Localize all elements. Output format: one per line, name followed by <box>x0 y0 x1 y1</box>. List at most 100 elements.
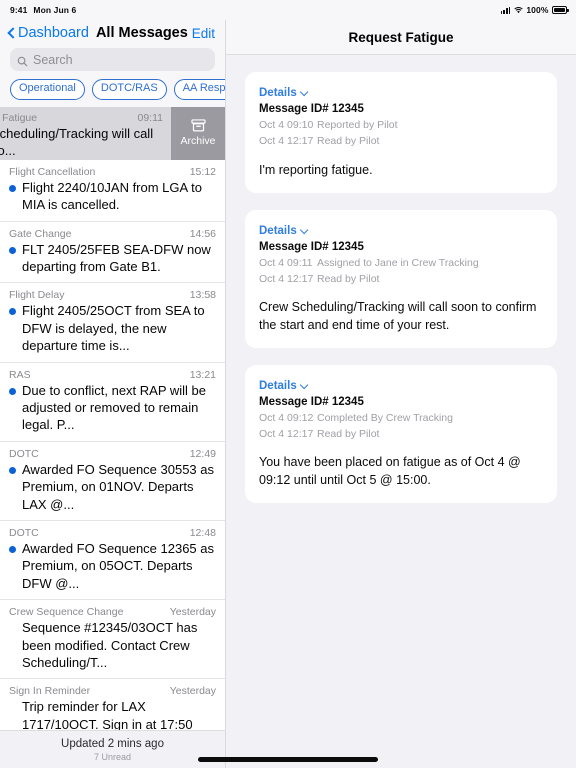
message-time: 09:11 <box>137 111 164 124</box>
message-preview: FLT 2405/25FEB SEA-DFW now departing fro… <box>22 241 211 274</box>
search-container <box>0 41 225 75</box>
search-field[interactable] <box>10 48 215 71</box>
status-text: Read by Pilot <box>317 427 380 440</box>
message-row[interactable]: Crew Sequence Change Yesterday Sequence #1… <box>0 600 225 680</box>
message-detail-card: Details Message ID# 12345 Oct 4 09:11 Assig… <box>245 209 557 348</box>
detail-header: Request Fatigue <box>226 20 576 55</box>
unread-dot <box>9 184 16 192</box>
chevron-down-icon <box>301 89 309 97</box>
message-status-line: Oct 4 09:10 Reported by Pilot <box>259 118 543 134</box>
sidebar-nav-bar: Dashboard All Messages Edit <box>0 20 225 41</box>
message-status-line: Oct 4 12:17 Read by Pilot <box>259 134 543 150</box>
status-timestamp: Oct 4 09:10 <box>259 119 314 131</box>
message-row[interactable]: DOTC 12:49 Awarded FO Sequence 30553 as Pr… <box>0 441 225 522</box>
detail-title: Request Fatigue <box>348 29 454 45</box>
message-row[interactable]: RAS 13:21 Due to conflict, next RAP will b… <box>0 362 225 442</box>
battery-icon <box>552 6 569 14</box>
unread-dot <box>9 466 16 474</box>
cellular-signal-icon <box>500 6 511 14</box>
message-list[interactable]: st Fatigue 09:11 Scheduling/Tracking wil… <box>0 106 225 730</box>
message-category: st Fatigue <box>0 111 38 124</box>
message-row[interactable]: Sign In Reminder Yesterday Trip reminder f… <box>0 679 225 730</box>
details-toggle-button[interactable]: Details <box>259 87 309 99</box>
unread-dot <box>9 387 16 395</box>
message-preview: Trip reminder for LAX 1717/10OCT. Sign i… <box>22 699 193 730</box>
message-body-text: Crew Scheduling/Tracking will call soon … <box>259 300 537 332</box>
message-category: Gate Change <box>9 227 72 240</box>
updated-timestamp: Updated 2 mins ago <box>61 738 164 750</box>
unread-dot <box>9 246 16 254</box>
status-text: Read by Pilot <box>317 272 380 285</box>
message-body-text: I'm reporting fatigue. <box>259 162 373 177</box>
message-detail-pane: Request Fatigue Details Message ID# 12345… <box>226 20 576 768</box>
list-footer: Updated 2 mins ago 7 Unread <box>0 730 225 768</box>
archive-button-label: Archive <box>180 135 216 148</box>
chevron-left-icon <box>8 27 15 39</box>
message-category: RAS <box>9 368 31 381</box>
message-row[interactable]: DOTC 12:48 Awarded FO Sequence 12365 as Pr… <box>0 521 225 601</box>
message-id: Message ID# 12345 <box>259 240 364 253</box>
archive-button[interactable]: Archive <box>171 106 225 160</box>
message-time: Yesterday <box>169 685 216 698</box>
message-preview: Awarded FO Sequence 12365 as Premium, on… <box>22 541 215 591</box>
status-timestamp: Oct 4 09:12 <box>259 411 314 424</box>
message-category: DOTC <box>9 527 39 540</box>
status-bar-date: Mon Jun 6 <box>33 5 77 15</box>
message-id: Message ID# 12345 <box>259 103 364 115</box>
message-category: Crew Sequence Change <box>9 606 124 619</box>
message-time: 15:12 <box>189 165 216 178</box>
filter-chip-row: Operational DOTC/RAS AA Responses <box>0 75 225 107</box>
status-timestamp: Oct 4 12:17 <box>259 427 314 440</box>
details-toggle-button[interactable]: Details <box>259 380 309 392</box>
message-detail-card: Details Message ID# 12345 Oct 4 09:10 Repor… <box>245 72 557 193</box>
status-bar: 9:41 Mon Jun 6 100% <box>0 0 576 20</box>
filter-chip-operational[interactable]: Operational <box>10 79 85 100</box>
filter-chip-dotc-ras[interactable]: DOTC/RAS <box>91 79 167 100</box>
details-toggle-label: Details <box>259 87 297 99</box>
wifi-icon <box>514 6 523 14</box>
message-status-line: Oct 4 12:17 Read by Pilot <box>259 427 543 443</box>
message-category: Flight Delay <box>9 289 65 302</box>
status-timestamp: Oct 4 12:17 <box>259 272 314 285</box>
message-preview: Flight 2405/25OCT from SEA to DFW is del… <box>22 303 205 354</box>
message-category: DOTC <box>9 447 39 460</box>
status-text: Read by Pilot <box>317 134 380 147</box>
message-preview: Awarded FO Sequence 30553 as Premium, on… <box>22 461 215 512</box>
message-preview: Sequence #12345/03OCT has been modified.… <box>22 620 198 671</box>
message-time: Yesterday <box>169 606 216 619</box>
message-time: 13:58 <box>189 289 216 302</box>
status-text: Completed By Crew Tracking <box>317 411 453 424</box>
message-detail-card: Details Message ID# 12345 Oct 4 09:12 Compl… <box>245 364 557 503</box>
message-time: 13:21 <box>189 368 216 381</box>
search-input[interactable] <box>33 48 208 71</box>
chevron-down-icon <box>301 227 309 235</box>
message-row[interactable]: Flight Delay 13:58 Flight 2405/25OCT from … <box>0 283 225 363</box>
details-toggle-label: Details <box>259 379 297 392</box>
message-row-swiped[interactable]: st Fatigue 09:11 Scheduling/Tracking wil… <box>0 106 225 160</box>
filter-chip-aa-responses[interactable]: AA Responses <box>173 79 225 100</box>
status-timestamp: Oct 4 09:11 <box>259 256 313 269</box>
unread-count: 7 Unread <box>93 752 132 762</box>
details-toggle-label: Details <box>259 224 297 237</box>
chevron-down-icon <box>301 382 309 390</box>
swiped-row-content[interactable]: st Fatigue 09:11 Scheduling/Tracking wil… <box>0 106 171 160</box>
edit-button[interactable]: Edit <box>192 26 215 41</box>
status-timestamp: Oct 4 12:17 <box>259 134 314 147</box>
message-row[interactable]: Gate Change 14:56 FLT 2405/25FEB SEA-DFW n… <box>0 221 225 284</box>
back-to-dashboard-button[interactable]: Dashboard <box>8 25 89 41</box>
messages-sidebar: Dashboard All Messages Edit Operational … <box>0 20 226 768</box>
message-category: Flight Cancellation <box>9 165 96 178</box>
unread-dot <box>9 308 16 316</box>
message-status-line: Oct 4 09:11 Assigned to Jane in Crew Trac… <box>259 256 543 272</box>
ipad-messages-app: 9:41 Mon Jun 6 100% Dashboard All Messag… <box>0 0 576 768</box>
unread-dot <box>9 546 16 554</box>
back-button-label: Dashboard <box>18 25 89 41</box>
details-toggle-button[interactable]: Details <box>259 225 309 237</box>
message-id: Message ID# 12345 <box>259 395 364 408</box>
page-title: All Messages <box>95 25 188 41</box>
status-text: Assigned to Jane in Crew Tracking <box>317 256 479 269</box>
message-row[interactable]: Flight Cancellation 15:12 Flight 2240/10JA… <box>0 159 225 222</box>
message-time: 12:49 <box>189 447 216 460</box>
message-status-line: Oct 4 12:17 Read by Pilot <box>259 272 543 288</box>
battery-percent: 100% <box>526 5 549 15</box>
